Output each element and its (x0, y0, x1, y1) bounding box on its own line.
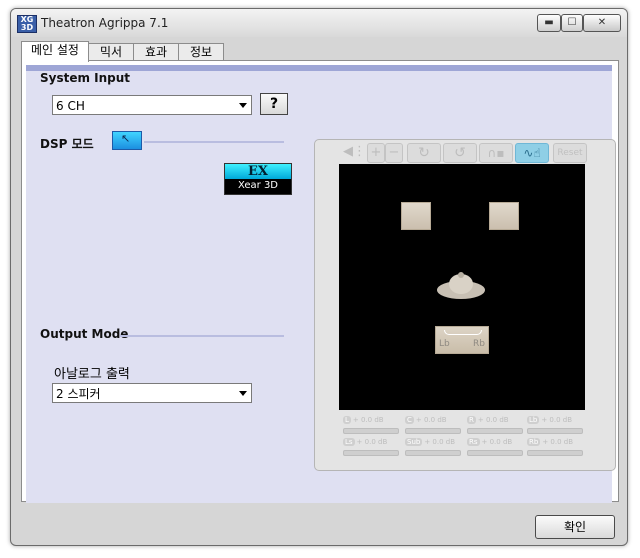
visualizer-toolbar: ◀⋮ + − ↻ ↺ ∩▪ ∿☝ Reset (315, 140, 615, 164)
xear-3d-ex-badge[interactable]: EX Xear 3D (224, 163, 292, 195)
channel-level-l: L + 0.0 dB (343, 416, 384, 424)
channel-slider-l[interactable] (343, 428, 399, 434)
system-input-select[interactable]: 6 CH (52, 95, 252, 115)
dsp-divider (144, 141, 284, 143)
tab-panel: System Input 6 CH ? DSP 모드 ↖ EX Xear 3D … (21, 60, 619, 503)
help-button[interactable]: ? (260, 93, 288, 115)
output-divider (120, 335, 284, 337)
wave-hand-icon[interactable]: ∿☝ (515, 143, 549, 163)
dsp-mode-label: DSP 모드 (40, 137, 94, 151)
rear-link-icon (444, 330, 482, 335)
speaker-mute-icon[interactable]: ◀⋮ (343, 143, 366, 161)
tab-mixer[interactable]: 믹서 (88, 43, 134, 61)
chevron-down-icon (239, 103, 247, 108)
chevron-down-icon (239, 391, 247, 396)
channel-slider-r[interactable] (467, 428, 523, 434)
speaker-placement-view[interactable]: Lb Rb (339, 164, 585, 410)
channel-level-rb: Rb + 0.0 dB (527, 438, 574, 446)
channel-level-lb: Lb + 0.0 dB (527, 416, 573, 424)
main-window: XG 3D Theatron Agrippa 7.1 ▬ ☐ ✕ 메인 설정 믹… (10, 8, 628, 546)
zoom-out-icon[interactable]: − (385, 143, 403, 163)
pointer-icon: ↖ (121, 132, 131, 145)
minimize-button[interactable]: ▬ (537, 14, 561, 32)
channel-level-r: R + 0.0 dB (467, 416, 509, 424)
speaker-config-select[interactable]: 2 스피커 (52, 383, 252, 403)
analog-output-label: 아날로그 출력 (54, 367, 130, 382)
front-left-speaker[interactable] (401, 202, 431, 230)
channel-level-rs: Rs + 0.0 dB (467, 438, 513, 446)
channel-level-ls: Ls + 0.0 dB (343, 438, 388, 446)
system-input-value: 6 CH (56, 99, 85, 113)
front-right-speaker[interactable] (489, 202, 519, 230)
minimize-icon: ▬ (544, 17, 554, 28)
reset-button[interactable]: Reset (553, 143, 587, 163)
settings-area: System Input 6 CH ? DSP 모드 ↖ EX Xear 3D … (26, 65, 616, 503)
rotate-right-icon[interactable]: ↻ (407, 143, 441, 163)
tab-effects[interactable]: 효과 (133, 43, 179, 61)
rear-left-label: Lb (439, 339, 450, 349)
headphone-icon[interactable]: ∩▪ (479, 143, 513, 163)
rear-speaker-pair[interactable]: Lb Rb (435, 326, 489, 354)
channel-level-sub: Sub + 0.0 dB (405, 438, 456, 446)
badge-xear-text: Xear 3D (237, 180, 279, 191)
system-input-heading: System Input (40, 71, 131, 85)
speaker-visualizer: ◀⋮ + − ↻ ↺ ∩▪ ∿☝ Reset Lb Rb L + 0.0 dB … (314, 139, 616, 471)
speaker-config-value: 2 스피커 (56, 387, 101, 401)
tab-main-settings[interactable]: 메인 설정 (21, 41, 89, 62)
app-logo-icon: XG 3D (17, 15, 37, 33)
channel-slider-lb[interactable] (527, 428, 583, 434)
channel-slider-c[interactable] (405, 428, 461, 434)
maximize-button[interactable]: ☐ (561, 14, 583, 32)
output-mode-heading: Output Mode (40, 327, 129, 341)
zoom-in-icon[interactable]: + (367, 143, 385, 163)
close-button[interactable]: ✕ (583, 14, 621, 32)
window-title: Theatron Agrippa 7.1 (41, 16, 169, 30)
badge-ex-text: EX (225, 164, 291, 179)
maximize-icon: ☐ (567, 17, 577, 28)
channel-slider-rs[interactable] (467, 450, 523, 456)
channel-level-c: C + 0.0 dB (405, 416, 447, 424)
channel-slider-sub[interactable] (405, 450, 461, 456)
close-icon: ✕ (597, 17, 607, 28)
tab-info[interactable]: 정보 (178, 43, 224, 61)
rear-right-label: Rb (473, 339, 485, 349)
rotate-left-icon[interactable]: ↺ (443, 143, 477, 163)
dsp-mode-toggle[interactable]: ↖ (112, 131, 142, 150)
ok-button[interactable]: 확인 (535, 515, 615, 539)
title-bar[interactable]: XG 3D Theatron Agrippa 7.1 ▬ ☐ ✕ (11, 9, 627, 37)
listener-head-icon (435, 270, 487, 300)
channel-slider-ls[interactable] (343, 450, 399, 456)
channel-slider-rb[interactable] (527, 450, 583, 456)
